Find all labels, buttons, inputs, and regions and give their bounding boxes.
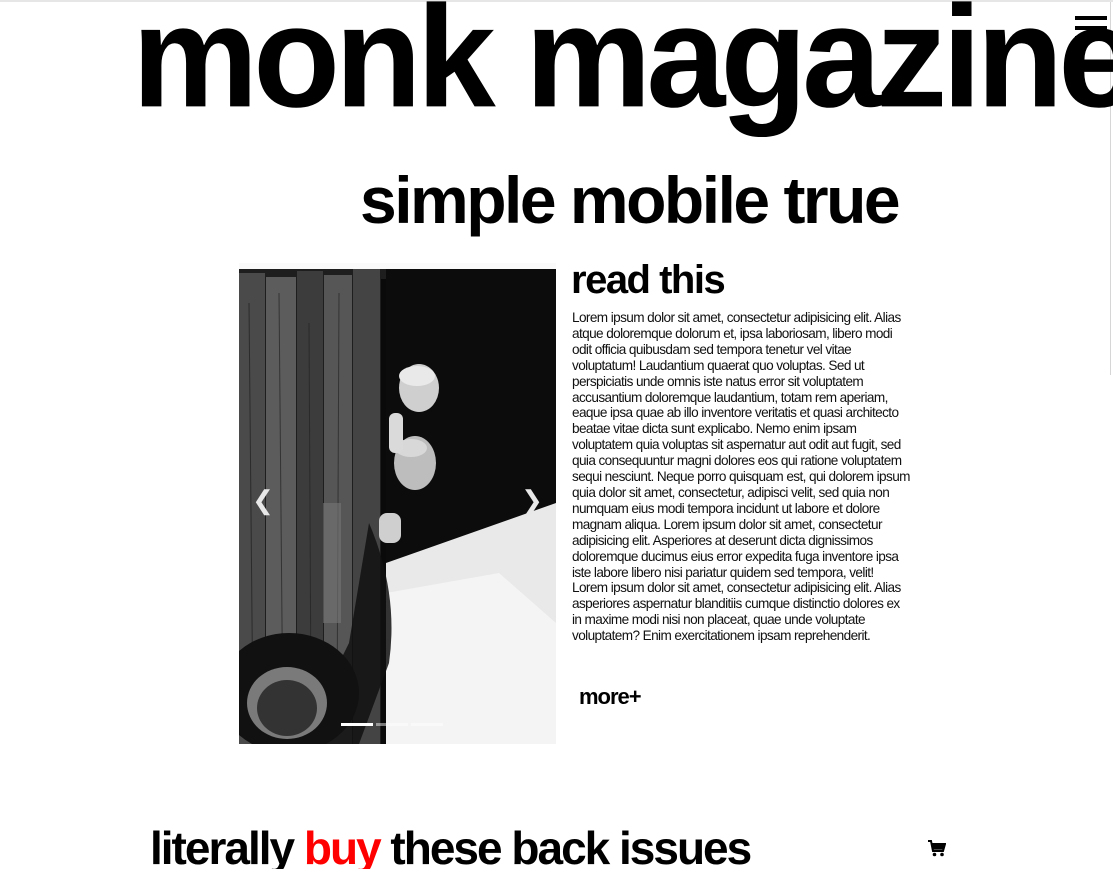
- menu-bar: [1075, 26, 1107, 30]
- carousel-photo: [239, 263, 556, 744]
- carousel-indicator[interactable]: [376, 723, 408, 726]
- carousel-indicators: [341, 723, 443, 726]
- carousel-indicator[interactable]: [411, 723, 443, 726]
- heading-accent[interactable]: buy: [304, 822, 382, 869]
- masthead-logo[interactable]: monk magazine: [132, 0, 1113, 129]
- heading-part2: these back issues: [379, 822, 752, 869]
- shopping-cart-icon[interactable]: [928, 840, 946, 857]
- chevron-left-icon[interactable]: ❮: [251, 487, 275, 513]
- back-issues-heading: literally buy these back issues: [150, 822, 752, 869]
- tagline: simple mobile true: [360, 163, 901, 237]
- chevron-right-icon[interactable]: ❯: [520, 487, 544, 513]
- more-link[interactable]: more+: [579, 683, 642, 711]
- hamburger-menu-icon[interactable]: [1075, 16, 1107, 40]
- menu-bar: [1075, 16, 1107, 20]
- image-carousel[interactable]: ❮ ❯: [239, 263, 556, 744]
- article-body: Lorem ipsum dolor sit amet, consectetur …: [572, 310, 910, 644]
- heading-part1: literally: [150, 822, 304, 869]
- article-title: read this: [571, 258, 726, 302]
- menu-bar: [1075, 36, 1107, 40]
- carousel-indicator[interactable]: [341, 723, 373, 726]
